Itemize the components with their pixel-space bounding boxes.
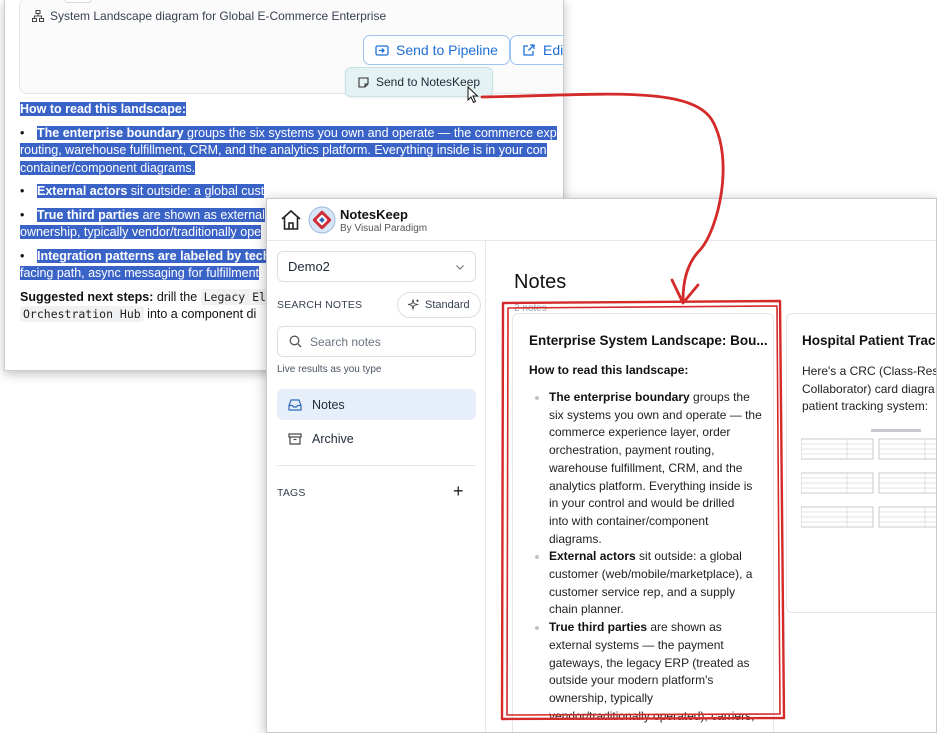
item-3-line-1: are shown as (647, 620, 722, 635)
bullet-4-bold: Integration patterns are labeled by tech (37, 248, 271, 263)
bullet: • (20, 248, 25, 263)
bullet-3-bold: True third parties (37, 207, 140, 222)
item-2-bold: External actors (549, 549, 636, 564)
note-list: The enterprise boundary groups the six s… (529, 389, 765, 725)
note-title: Enterprise System Landscape: Bou... (529, 333, 768, 348)
bullet-2-bold: External actors (37, 184, 128, 198)
external-link-icon (523, 44, 535, 56)
workspace-select[interactable]: Demo2 (277, 251, 476, 282)
sidebar: Demo2 SEARCH NOTES Standard Search notes… (267, 241, 486, 732)
item-2-line-2: customer (web/mobile/marketplace), a (549, 567, 753, 582)
send-to-pipeline-button[interactable]: Send to Pipeline (363, 35, 510, 65)
item-2-line-1: sit outside: a global (635, 549, 742, 564)
item-1-line-6: analytics platform. Everything inside is (549, 478, 753, 493)
preview-line-2: Collaborator) card diagra (802, 381, 935, 396)
send-to-pipeline-label: Send to Pipeline (396, 42, 498, 58)
send-icon (375, 45, 389, 56)
add-tag-button[interactable]: + (453, 482, 467, 500)
search-placeholder: Search notes (310, 334, 381, 349)
diagram-title: System Landscape diagram for Global E-Co… (32, 9, 386, 23)
item-3-line-4: outside your modern platform's (549, 673, 714, 688)
diagram-icon (32, 10, 44, 22)
nav-archive[interactable]: Archive (277, 423, 476, 454)
app-name: NotesKeep (340, 207, 408, 222)
edit-label: Edit (543, 42, 564, 58)
sparkle-icon (408, 299, 420, 311)
item-2-line-3: customer service rep, and a supply (549, 584, 736, 599)
tags-label: TAGS (277, 487, 306, 499)
workspace-value: Demo2 (288, 259, 330, 274)
standard-mode-label: Standard (425, 299, 470, 311)
tab-stub (64, 0, 92, 3)
noteskeep-logo-icon (308, 206, 336, 234)
item-3-line-5: ownership, typically (549, 690, 654, 705)
bullet-1-bold: The enterprise boundary (37, 125, 184, 140)
note-icon (358, 76, 369, 88)
diagram-title-text: System Landscape diagram for Global E-Co… (50, 9, 387, 23)
item-1-line-8: into with container/component (549, 513, 709, 528)
item-1-line-4: orchestration, payment routing, (549, 443, 715, 458)
sidebar-divider (277, 465, 476, 466)
home-icon[interactable] (279, 208, 303, 232)
bullet-4-line-2: facing path, async messaging for fulfill… (20, 266, 260, 280)
notes-main: Notes 2 notes Enterprise System Landscap… (487, 241, 937, 732)
preview-line-1: Here's a CRC (Class-Respo (802, 364, 937, 378)
item-3-line-3: gateways, the legacy ERP (treated as (549, 655, 750, 670)
bullet: • (20, 207, 25, 222)
note-card[interactable]: Hospital Patient Track Here's a CRC (Cla… (786, 313, 937, 613)
bullet-2-line-1: sit outside: a global cust (127, 184, 265, 198)
live-results-hint: Live results as you type (277, 364, 382, 375)
list-item: The enterprise boundary groups the six s… (529, 389, 765, 548)
search-input[interactable]: Search notes (277, 326, 476, 357)
nav-archive-label: Archive (312, 431, 354, 446)
note-card[interactable]: Enterprise System Landscape: Bou... How … (512, 313, 774, 732)
message-heading: How to read this landscape: (20, 102, 187, 116)
bullet-3-line-2: ownership, typically vendor/traditionall… (20, 225, 262, 239)
note-subheading: How to read this landscape: (529, 363, 689, 377)
bullet: • (20, 125, 25, 140)
next-steps-label: Suggested next steps: (20, 289, 154, 304)
inbox-icon (288, 398, 302, 411)
next-steps-code-1: Legacy El (200, 288, 269, 305)
edit-button[interactable]: Edit (510, 35, 564, 65)
list-item: True third parties are shown as external… (529, 619, 765, 725)
bullet: • (20, 184, 25, 198)
noteskeep-window: NotesKeep By Visual Paradigm Demo2 SEARC… (266, 198, 937, 733)
bullet-1-line-2: routing, warehouse fulfillment, CRM, and… (20, 143, 547, 157)
next-steps-text: drill the (153, 289, 201, 304)
next-steps-code-2: Orchestration Hub (20, 306, 144, 322)
preview-line-3: patient tracking system: (802, 399, 929, 414)
item-1-line-1: groups the (689, 390, 750, 404)
item-1-line-9: diagrams. (549, 531, 602, 546)
item-1-line-3: commerce experience layer, order (549, 425, 731, 440)
bullet-1-line-1: groups the six systems you own and opera… (183, 125, 557, 140)
item-1-line-5: warehouse fulfillment, CRM, and the (549, 460, 743, 475)
item-1-line-2: six systems you own and operate — the (549, 407, 762, 422)
nav-notes-label: Notes (312, 397, 345, 412)
list-item: External actors sit outside: a global cu… (529, 548, 765, 619)
crc-diagram-thumbnail (801, 429, 936, 528)
standard-mode-button[interactable]: Standard (397, 292, 481, 318)
next-steps-text-2: into a component di (143, 307, 257, 321)
item-3-bold: True third parties (549, 620, 648, 635)
item-3-line-2: external systems — the payment (549, 637, 724, 652)
note-preview: Here's a CRC (Class-Respo Collaborator) … (802, 363, 937, 416)
bullet-1-line-3: container/component diagrams. (20, 160, 196, 175)
item-3-line-6: vendor/traditionally operated), carriers… (549, 708, 755, 723)
app-header: NotesKeep By Visual Paradigm (267, 199, 936, 241)
item-1-bold: The enterprise boundary (549, 390, 690, 404)
bullet-3-line-1: are shown as external (139, 207, 265, 222)
note-title: Hospital Patient Track (802, 333, 937, 348)
app-subtitle: By Visual Paradigm (340, 223, 428, 234)
search-notes-label: SEARCH NOTES (277, 299, 363, 311)
page-title: Notes (514, 271, 567, 293)
archive-icon (288, 432, 302, 445)
chevron-down-icon (456, 264, 464, 270)
send-to-noteskeep-label: Send to NotesKeep (376, 75, 481, 89)
item-2-line-4: chain planner. (549, 602, 624, 617)
search-icon (289, 335, 302, 348)
nav-notes[interactable]: Notes (277, 389, 476, 420)
item-1-line-7: in your control and would be drilled (549, 496, 735, 511)
